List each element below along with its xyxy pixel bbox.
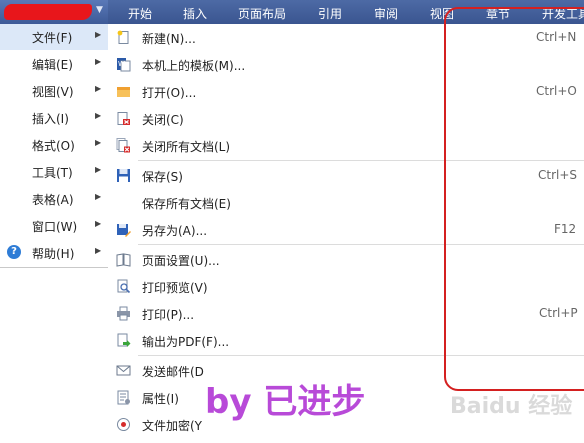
open-folder-icon xyxy=(117,87,130,97)
menu-item-label: 输出为PDF(F)... xyxy=(142,335,230,349)
pdf-export-icon xyxy=(117,333,131,347)
menu-item-label: 本机上的模板(M)... xyxy=(142,59,246,73)
menu-item-label: 打印预览(V) xyxy=(142,281,208,295)
menu-item-label: 保存(S) xyxy=(142,170,183,184)
menu-item-label: 表格(A) xyxy=(32,193,74,207)
chevron-down-icon: ▼ xyxy=(96,5,103,15)
menu-item-label: 格式(O) xyxy=(32,139,75,153)
menu-item-label: 页面设置(U)... xyxy=(142,254,220,268)
menu-item-format[interactable]: 格式(O) ▶ xyxy=(0,132,108,158)
new-document-icon xyxy=(117,30,129,44)
menu-item-label: 打印(P)... xyxy=(142,308,195,322)
chevron-right-icon: ▶ xyxy=(95,138,102,147)
chevron-right-icon: ▶ xyxy=(95,84,102,93)
menu-item-window[interactable]: 窗口(W) ▶ xyxy=(0,213,108,239)
menu-item-label: 打开(O)... xyxy=(142,86,197,100)
menu-item-table[interactable]: 表格(A) ▶ xyxy=(0,186,108,212)
menu-item-label: 帮助(H) xyxy=(32,247,75,261)
annotation-highlight-box xyxy=(444,7,584,391)
tab-page-layout[interactable]: 页面布局 xyxy=(238,5,286,22)
menu-item-edit[interactable]: 编辑(E) ▶ xyxy=(0,51,108,77)
menu-item-label: 插入(I) xyxy=(32,112,69,126)
properties-icon xyxy=(117,390,130,405)
menu-item-label: 文件加密(Y xyxy=(142,419,203,433)
menu-item-tools[interactable]: 工具(T) ▶ xyxy=(0,159,108,185)
save-as-icon xyxy=(117,224,131,237)
menu-item-label: 保存所有文档(E) xyxy=(142,197,231,211)
menu-item-label: 文件(F) xyxy=(32,31,73,45)
menu-item-label: 另存为(A)... xyxy=(142,224,208,238)
chevron-right-icon: ▶ xyxy=(95,219,102,228)
tab-review[interactable]: 审阅 xyxy=(374,5,398,22)
menu-item-label: 新建(N)... xyxy=(142,32,196,46)
save-icon xyxy=(117,169,130,182)
page-setup-icon xyxy=(116,253,131,267)
menu-item-view[interactable]: 视图(V) ▶ xyxy=(0,78,108,104)
template-icon: W xyxy=(117,58,131,72)
chevron-right-icon: ▶ xyxy=(95,165,102,174)
menu-item-help[interactable]: ? 帮助(H) ▶ xyxy=(0,240,108,266)
menu-item-label: 窗口(W) xyxy=(32,220,78,234)
menu-item-label: 发送邮件(D xyxy=(142,365,204,379)
svg-text:W: W xyxy=(118,60,125,68)
chevron-right-icon: ▶ xyxy=(95,246,102,255)
menu-item-label: 关闭(C) xyxy=(142,113,184,127)
mail-icon xyxy=(116,365,131,376)
menu-item-label: 视图(V) xyxy=(32,85,74,99)
chevron-right-icon: ▶ xyxy=(95,30,102,39)
app-menu-button[interactable]: ▼ xyxy=(0,0,108,24)
menu-item-label: 编辑(E) xyxy=(32,58,73,72)
encrypt-icon xyxy=(117,418,130,431)
help-icon: ? xyxy=(7,245,21,259)
chevron-right-icon: ▶ xyxy=(95,57,102,66)
tab-insert[interactable]: 插入 xyxy=(183,5,207,22)
baidu-watermark: Baidu 经验 xyxy=(450,394,573,419)
menu-item-label: 属性(I) xyxy=(142,392,179,406)
chevron-right-icon: ▶ xyxy=(95,192,102,201)
printer-icon xyxy=(117,306,130,321)
chevron-right-icon: ▶ xyxy=(95,111,102,120)
menu-item-file[interactable]: 文件(F) ▶ xyxy=(0,24,108,50)
redacted-logo xyxy=(4,4,92,20)
close-all-icon xyxy=(116,138,130,153)
tab-references[interactable]: 引用 xyxy=(318,5,342,22)
menu-item-label: 工具(T) xyxy=(32,166,73,180)
close-document-icon xyxy=(117,112,130,125)
menu-item-label: 关闭所有文档(L) xyxy=(142,140,231,154)
author-watermark: by 已进步 xyxy=(205,382,366,422)
print-preview-icon xyxy=(117,279,131,294)
menu-item-insert[interactable]: 插入(I) ▶ xyxy=(0,105,108,131)
tab-home[interactable]: 开始 xyxy=(128,5,152,22)
main-menu: 文件(F) ▶ 编辑(E) ▶ 视图(V) ▶ 插入(I) ▶ 格式(O) ▶ … xyxy=(0,24,109,268)
